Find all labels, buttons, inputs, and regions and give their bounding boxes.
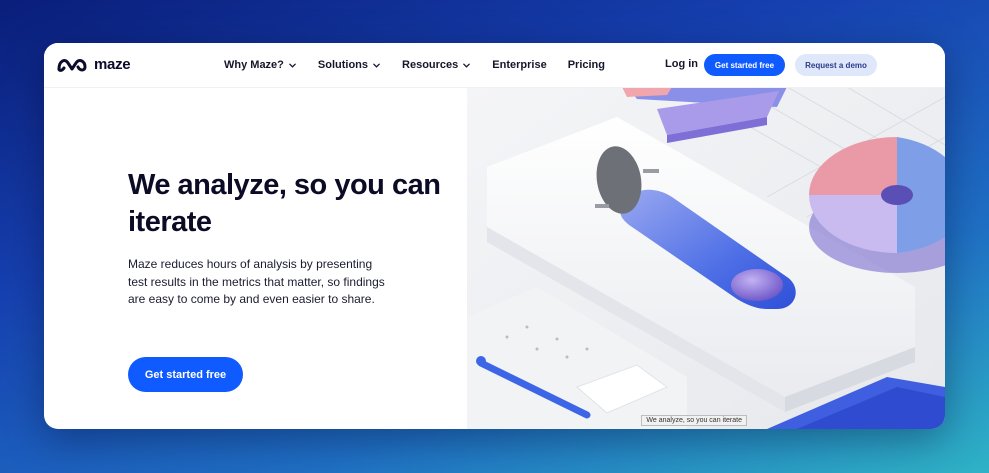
hero-get-started-button[interactable]: Get started free [128,357,243,392]
nav-item-label: Pricing [567,59,605,71]
nav-item-why-maze[interactable]: Why Maze? [224,59,297,71]
chevron-down-icon [373,63,380,68]
nav-item-pricing[interactable]: Pricing [568,59,605,71]
nav-item-label: Why Maze? [224,59,284,71]
top-navigation: maze Why Maze? Solutions Resources Enter… [44,43,945,88]
request-demo-button[interactable]: Request a demo [795,54,877,76]
hero-description: Maze reduces hours of analysis by presen… [128,257,385,306]
login-link[interactable]: Log in [665,58,698,70]
nav-links: Why Maze? Solutions Resources Enterprise… [224,43,626,87]
brand-logo[interactable]: maze [56,55,131,73]
chevron-down-icon [463,63,471,68]
nav-item-enterprise[interactable]: Enterprise [492,59,546,71]
brand-name: maze [94,55,131,73]
nav-item-label: Resources [402,59,459,71]
hero-illustration: We analyze, so you can iterate [467,87,945,429]
chevron-down-icon [289,63,296,68]
nav-item-resources[interactable]: Resources [402,59,471,71]
browser-window: maze Why Maze? Solutions Resources Enter… [44,43,945,429]
maze-logo-icon [57,58,87,72]
nav-item-solutions[interactable]: Solutions [318,59,381,71]
get-started-button[interactable]: Get started free [704,54,785,76]
nav-item-label: Enterprise [492,59,547,71]
image-caption: We analyze, so you can iterate [641,415,747,426]
hero-title: We analyze, so you can iterate [128,169,441,238]
nav-item-label: Solutions [317,59,369,71]
isometric-analytics-artwork [467,87,945,429]
